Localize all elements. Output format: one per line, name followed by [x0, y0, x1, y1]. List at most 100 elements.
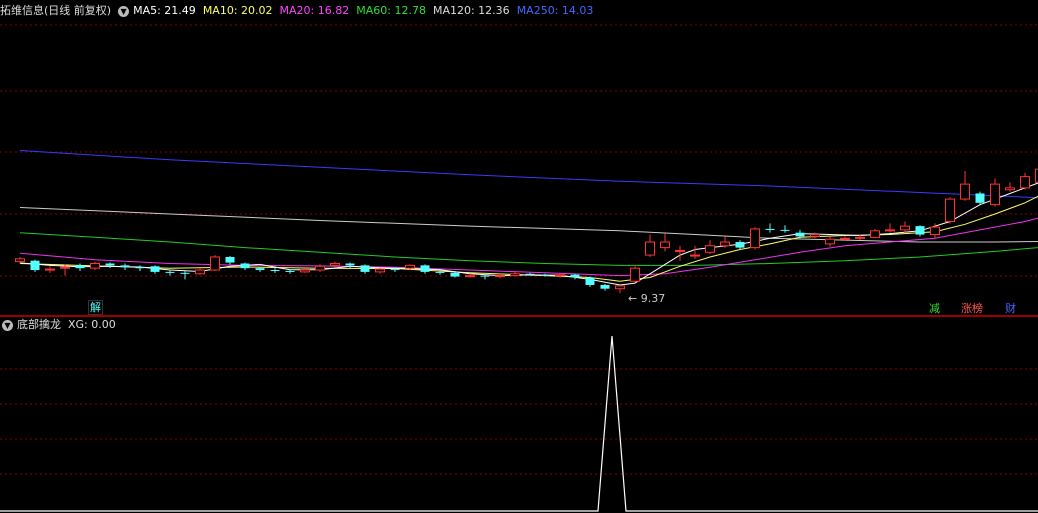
tag-cai[interactable]: 财 [1004, 302, 1017, 315]
candle [780, 225, 790, 233]
candle-body [645, 241, 655, 256]
candle [420, 264, 430, 274]
candle-body [90, 262, 100, 269]
candlestick-series [15, 168, 1038, 293]
candle-body [615, 285, 625, 290]
candle [105, 262, 115, 269]
candle-body [510, 273, 520, 277]
candle [570, 273, 580, 280]
candle [960, 171, 970, 201]
candle-body [450, 272, 460, 277]
candle-body [225, 256, 235, 263]
candle [870, 228, 880, 239]
candle [510, 271, 520, 277]
ma20-label: MA20: 16.82 [279, 4, 350, 17]
ma250-label: MA250: 14.03 [516, 4, 594, 17]
stock-title: 拓维信息(日线 前复权) [0, 4, 112, 17]
candle [360, 264, 370, 274]
candle-body [675, 249, 685, 252]
candle [630, 266, 640, 283]
candle-body [45, 268, 55, 271]
candle-body [420, 265, 430, 272]
candle [15, 256, 25, 264]
candle-body [180, 272, 190, 274]
candle [255, 267, 265, 272]
candle [705, 240, 715, 255]
candle [90, 261, 100, 271]
ma120-line [19, 207, 1038, 243]
candle-body [60, 266, 70, 269]
candle-body [735, 242, 745, 248]
indicator-header: ▼ 底部擒龙 XG: 0.00 [2, 317, 123, 333]
candle-body [360, 265, 370, 272]
candle [120, 263, 130, 271]
tag-jian[interactable]: 减 [928, 302, 941, 315]
candle-body [255, 268, 265, 271]
ma120-label: MA120: 12.36 [432, 4, 510, 17]
candle-body [900, 225, 910, 231]
xg-signal-line [0, 335, 1038, 512]
candle-body [795, 232, 805, 237]
candle-body [870, 230, 880, 238]
candle-body [435, 271, 445, 273]
ma10-line [19, 195, 1038, 282]
candle [645, 234, 655, 257]
candle-body [750, 228, 760, 249]
candle [180, 270, 190, 280]
candle [660, 233, 670, 252]
candle-body [990, 183, 1000, 206]
candle-body [525, 273, 535, 275]
candle-body [915, 226, 925, 235]
candle-body [120, 265, 130, 268]
candle-body [630, 267, 640, 282]
candle [900, 221, 910, 233]
candle-body [195, 269, 205, 275]
candle-body [315, 265, 325, 271]
candle [1005, 182, 1015, 192]
candle-body [840, 237, 850, 240]
candle [480, 274, 490, 280]
candle-body [810, 234, 820, 237]
candle [825, 236, 835, 247]
candle [150, 265, 160, 274]
candle [615, 284, 625, 293]
candle-body [330, 262, 340, 266]
indicator-value: XG: 0.00 [68, 318, 116, 331]
candle-body [345, 263, 355, 266]
tag-jie[interactable]: 解 [88, 300, 103, 315]
candle [300, 268, 310, 273]
chevron-down-icon[interactable]: ▼ [118, 5, 130, 17]
candle-body [150, 266, 160, 272]
candle [345, 262, 355, 269]
indicator-grid [0, 368, 1038, 475]
candle-body [1005, 187, 1015, 191]
chevron-down-icon[interactable]: ▼ [2, 319, 13, 331]
candle-body [105, 263, 115, 266]
candle-body [75, 265, 85, 269]
candle-body [165, 271, 175, 273]
candle [450, 271, 460, 278]
price-annotations: 23.56← 9.37 [628, 292, 665, 305]
candle [975, 191, 985, 205]
candle [210, 255, 220, 271]
price-grid [0, 24, 1038, 277]
candle [165, 270, 175, 276]
candle [45, 266, 55, 273]
ma60-label: MA60: 12.78 [356, 4, 426, 17]
candle [240, 262, 250, 271]
candle-body [465, 275, 475, 278]
candle-body [285, 270, 295, 272]
indicator-series [0, 335, 1038, 512]
candle [750, 227, 760, 250]
indicator-title: 底部擒龙 [17, 318, 61, 331]
candle [720, 236, 730, 248]
candle-body [240, 263, 250, 269]
tag-zhangbang[interactable]: 涨榜 [960, 302, 984, 315]
candle-body [690, 254, 700, 257]
ma10-label: MA10: 20.02 [202, 4, 273, 17]
candle [270, 268, 280, 273]
candle-body [1020, 176, 1030, 189]
candle-body [885, 229, 895, 232]
candle-body [780, 229, 790, 231]
candle-body [375, 268, 385, 273]
